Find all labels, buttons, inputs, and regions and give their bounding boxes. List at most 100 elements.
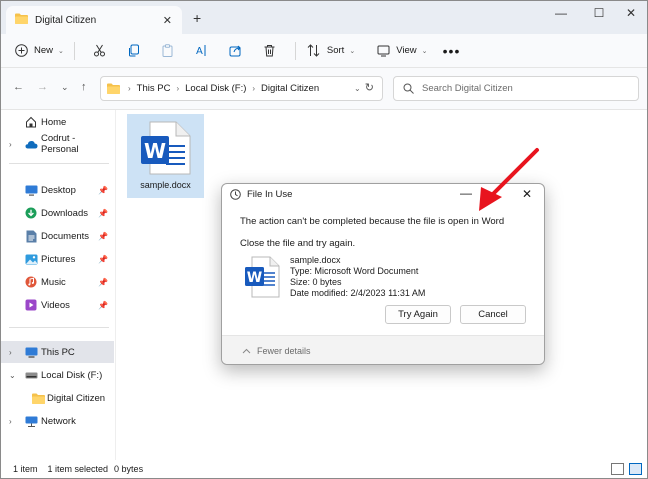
document-icon (26, 230, 37, 243)
fewer-details-toggle[interactable]: Fewer details (242, 346, 311, 356)
sidebar-item-pictures[interactable]: Pictures 📌 (1, 248, 114, 270)
more-options-icon[interactable]: ••• (443, 43, 460, 59)
pin-icon[interactable]: 📌 (98, 186, 108, 195)
large-icons-view-icon[interactable] (629, 463, 642, 475)
status-selected: 1 item selected (47, 464, 109, 474)
copy-icon[interactable] (126, 43, 142, 59)
search-icon (403, 83, 414, 94)
sidebar-item-label: Music (41, 276, 66, 288)
divider (73, 41, 75, 60)
cancel-button[interactable]: Cancel (460, 305, 526, 324)
cut-icon[interactable] (92, 43, 108, 59)
view-icon (375, 43, 391, 59)
detail-file-type: Type: Microsoft Word Document (290, 266, 419, 276)
divider (9, 163, 109, 164)
file-item-sample-docx[interactable]: W sample.docx (127, 114, 204, 198)
chevron-right-icon[interactable]: › (9, 417, 12, 426)
chevron-up-icon (242, 348, 251, 354)
recent-chevron-icon[interactable]: ⌄ (61, 82, 69, 93)
status-size: 0 bytes (114, 464, 144, 474)
details-view-icon[interactable] (611, 463, 624, 475)
pin-icon[interactable]: 📌 (98, 232, 108, 241)
close-icon[interactable]: ✕ (163, 14, 172, 27)
sort-button[interactable]: Sort ⌄ (306, 43, 355, 59)
sidebar-item-local-disk[interactable]: ⌄ Local Disk (F:) (1, 364, 114, 386)
folder-icon (107, 83, 120, 94)
window-close-icon[interactable]: ✕ (621, 6, 641, 20)
sidebar-item-music[interactable]: Music 📌 (1, 271, 114, 293)
desktop-icon (25, 185, 38, 196)
paste-icon[interactable] (160, 43, 176, 59)
sidebar-item-documents[interactable]: Documents 📌 (1, 225, 114, 247)
up-arrow-icon[interactable]: ↑ (81, 81, 87, 93)
pin-icon[interactable]: 📌 (98, 278, 108, 287)
minimize-icon[interactable]: — (551, 6, 571, 20)
chevron-down-icon[interactable]: ⌄ (9, 371, 16, 380)
dialog-footer: Fewer details (222, 335, 544, 364)
file-details: sample.docx Type: Microsoft Word Documen… (290, 255, 425, 299)
breadcrumb-local-disk[interactable]: Local Disk (F:) (185, 83, 246, 94)
sidebar-item-onedrive[interactable]: › Codrut - Personal (1, 133, 114, 155)
file-name: sample.docx (140, 180, 191, 190)
chevron-right-icon[interactable]: › (9, 348, 12, 357)
view-button[interactable]: View ⌄ (375, 43, 428, 59)
status-bar: 1 item 1 item selected 0 bytes (1, 460, 647, 478)
chevron-down-icon: ⌄ (421, 47, 428, 55)
svg-text:W: W (247, 270, 262, 286)
divider (9, 327, 109, 328)
back-arrow-icon[interactable]: ← (13, 81, 24, 93)
dialog-title-bar: File In Use (230, 189, 292, 200)
new-button[interactable]: New ⌄ (13, 43, 64, 59)
sidebar-item-network[interactable]: › Network (1, 410, 114, 432)
forward-arrow-icon[interactable]: → (37, 81, 48, 93)
word-document-icon: W (138, 120, 194, 176)
sidebar-item-label: Desktop (41, 184, 76, 196)
chevron-down-icon[interactable]: ⌄ (354, 84, 361, 93)
drive-icon (25, 371, 38, 380)
sidebar-item-digital-citizen[interactable]: Digital Citizen (1, 387, 114, 409)
view-button-label: View (396, 45, 417, 56)
detail-file-name: sample.docx (290, 255, 341, 265)
sidebar-item-label: This PC (41, 346, 75, 358)
tab-digital-citizen[interactable]: Digital Citizen ✕ (6, 6, 182, 34)
search-input[interactable]: Search Digital Citizen (393, 76, 639, 101)
fewer-details-label: Fewer details (257, 346, 311, 356)
sidebar-item-desktop[interactable]: Desktop 📌 (1, 179, 114, 201)
command-bar: New ⌄ A Sort ⌄ View ⌄ ••• (1, 34, 647, 68)
pin-icon[interactable]: 📌 (98, 209, 108, 218)
onedrive-cloud-icon (25, 140, 38, 149)
rename-icon[interactable]: A (194, 43, 210, 59)
home-icon (25, 116, 37, 128)
share-icon[interactable] (228, 43, 244, 59)
folder-icon (32, 393, 45, 404)
address-bar[interactable]: › This PC › Local Disk (F:) › Digital Ci… (100, 76, 383, 101)
plus-icon[interactable]: + (193, 10, 201, 26)
network-icon (25, 416, 38, 427)
address-row: ← → ⌄ ↑ › This PC › Local Disk (F:) › Di… (1, 68, 647, 110)
sidebar-item-home[interactable]: Home (1, 111, 114, 133)
sidebar-item-this-pc[interactable]: › This PC (1, 341, 114, 363)
pin-icon[interactable]: 📌 (98, 255, 108, 264)
svg-text:W: W (143, 139, 165, 163)
maximize-icon[interactable]: ☐ (589, 6, 609, 20)
refresh-icon[interactable]: ↻ (365, 81, 374, 94)
try-again-button[interactable]: Try Again (385, 305, 451, 324)
sidebar-item-videos[interactable]: Videos 📌 (1, 294, 114, 316)
tab-title: Digital Citizen (35, 14, 97, 26)
sort-button-label: Sort (326, 45, 345, 56)
delete-icon[interactable] (262, 43, 278, 59)
music-icon (25, 276, 37, 288)
breadcrumb-this-pc[interactable]: This PC (137, 83, 171, 94)
title-bar: Digital Citizen ✕ + — ☐ ✕ (1, 1, 647, 34)
sidebar-item-label: Network (41, 415, 76, 427)
dialog-close-icon[interactable]: ✕ (522, 187, 532, 201)
sidebar-item-label: Local Disk (F:) (41, 369, 103, 381)
navigation-pane: Home › Codrut - Personal Desktop 📌 Downl… (1, 110, 116, 460)
breadcrumb-digital-citizen[interactable]: Digital Citizen (261, 83, 319, 94)
sidebar-item-downloads[interactable]: Downloads 📌 (1, 202, 114, 224)
pin-icon[interactable]: 📌 (98, 301, 108, 310)
chevron-right-icon[interactable]: › (9, 140, 12, 149)
status-item-count: 1 item (13, 464, 38, 474)
videos-icon (25, 299, 37, 311)
dialog-minimize-icon[interactable]: — (460, 186, 472, 200)
